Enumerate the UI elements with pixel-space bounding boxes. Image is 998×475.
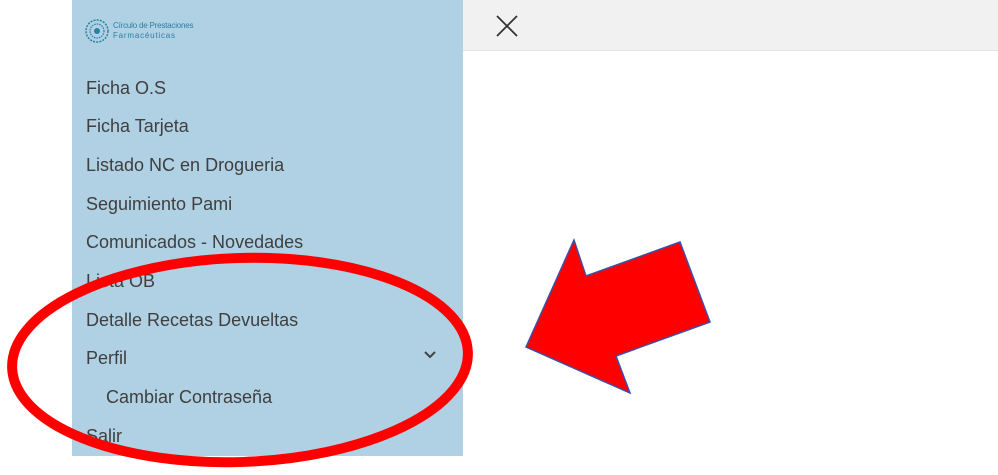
pointer-arrow [525, 237, 711, 395]
menu-item-salir[interactable]: Salir [86, 426, 122, 447]
menu-item-ficha-tarjeta[interactable]: Ficha Tarjeta [86, 116, 189, 137]
chevron-down-icon[interactable] [424, 350, 436, 360]
menu-item-perfil[interactable]: Perfil [86, 348, 127, 369]
logo-line-2: Farmacéuticas [113, 31, 176, 40]
top-bar [463, 0, 998, 51]
menu-item-detalle-recetas[interactable]: Detalle Recetas Devueltas [86, 310, 298, 331]
logo-icon [85, 19, 109, 43]
menu-item-lista-ob[interactable]: Lista OB [86, 271, 155, 292]
menu-item-comunicados[interactable]: Comunicados - Novedades [86, 232, 303, 253]
menu-item-cambiar-contrasena[interactable]: Cambiar Contraseña [106, 387, 272, 408]
menu-item-seguimiento-pami[interactable]: Seguimiento Pami [86, 194, 232, 215]
brand-logo[interactable]: Círculo de Prestaciones Farmacéuticas [84, 17, 214, 45]
menu-item-ficha-os[interactable]: Ficha O.S [86, 78, 166, 99]
close-icon[interactable] [494, 13, 520, 39]
menu-item-listado-nc[interactable]: Listado NC en Drogueria [86, 155, 284, 176]
logo-line-1: Círculo de Prestaciones [113, 21, 194, 30]
logo-text: Círculo de Prestaciones Farmacéuticas [113, 21, 194, 41]
sidebar: Círculo de Prestaciones Farmacéuticas Fi… [72, 0, 463, 456]
